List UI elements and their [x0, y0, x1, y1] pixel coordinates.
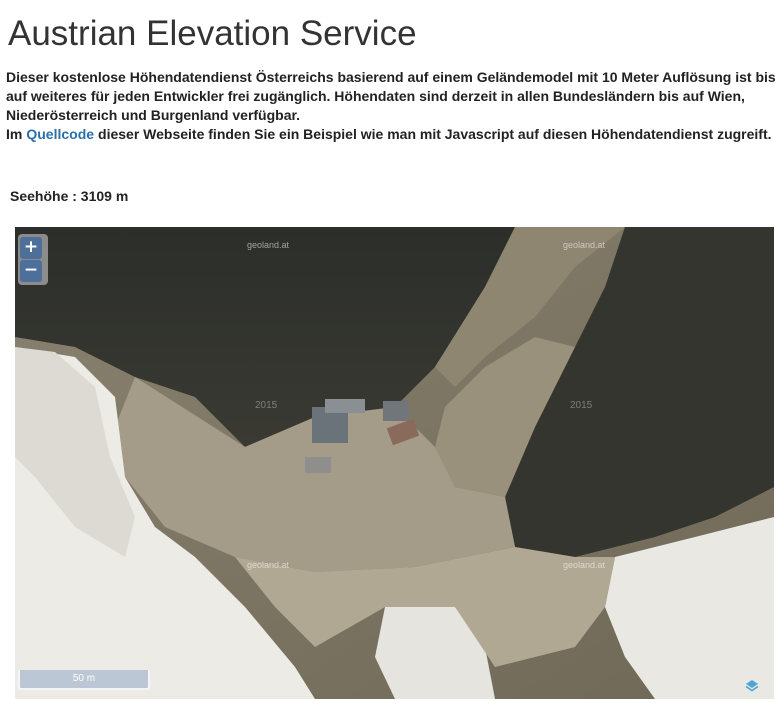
- intro-suffix: dieser Webseite finden Sie ein Beispiel …: [98, 126, 772, 142]
- elevation-readout: Seehöhe : 3109 m: [10, 188, 129, 204]
- source-code-link[interactable]: Quellcode: [26, 126, 94, 142]
- imagery-year: 2015: [255, 400, 278, 411]
- page-title: Austrian Elevation Service: [8, 14, 417, 53]
- map-view[interactable]: 2015 2015 geoland.at geoland.at geoland.…: [15, 227, 774, 699]
- layers-icon[interactable]: [745, 679, 759, 693]
- imagery-watermark: geoland.at: [247, 240, 290, 250]
- imagery-watermark: geoland.at: [563, 240, 606, 250]
- zoom-in-button[interactable]: +: [20, 237, 42, 259]
- aerial-imagery: [15, 227, 774, 699]
- imagery-watermark: geoland.at: [563, 560, 606, 570]
- imagery-watermark: geoland.at: [247, 560, 290, 570]
- intro-paragraph: Dieser kostenlose Höhendatendienst Öster…: [6, 68, 778, 144]
- intro-prefix: Im: [6, 126, 23, 142]
- intro-text: Dieser kostenlose Höhendatendienst Öster…: [6, 69, 776, 123]
- imagery-year: 2015: [570, 400, 593, 411]
- zoom-out-button[interactable]: −: [20, 260, 42, 282]
- scale-bar: 50 m: [18, 670, 150, 690]
- zoom-control: + −: [18, 234, 48, 285]
